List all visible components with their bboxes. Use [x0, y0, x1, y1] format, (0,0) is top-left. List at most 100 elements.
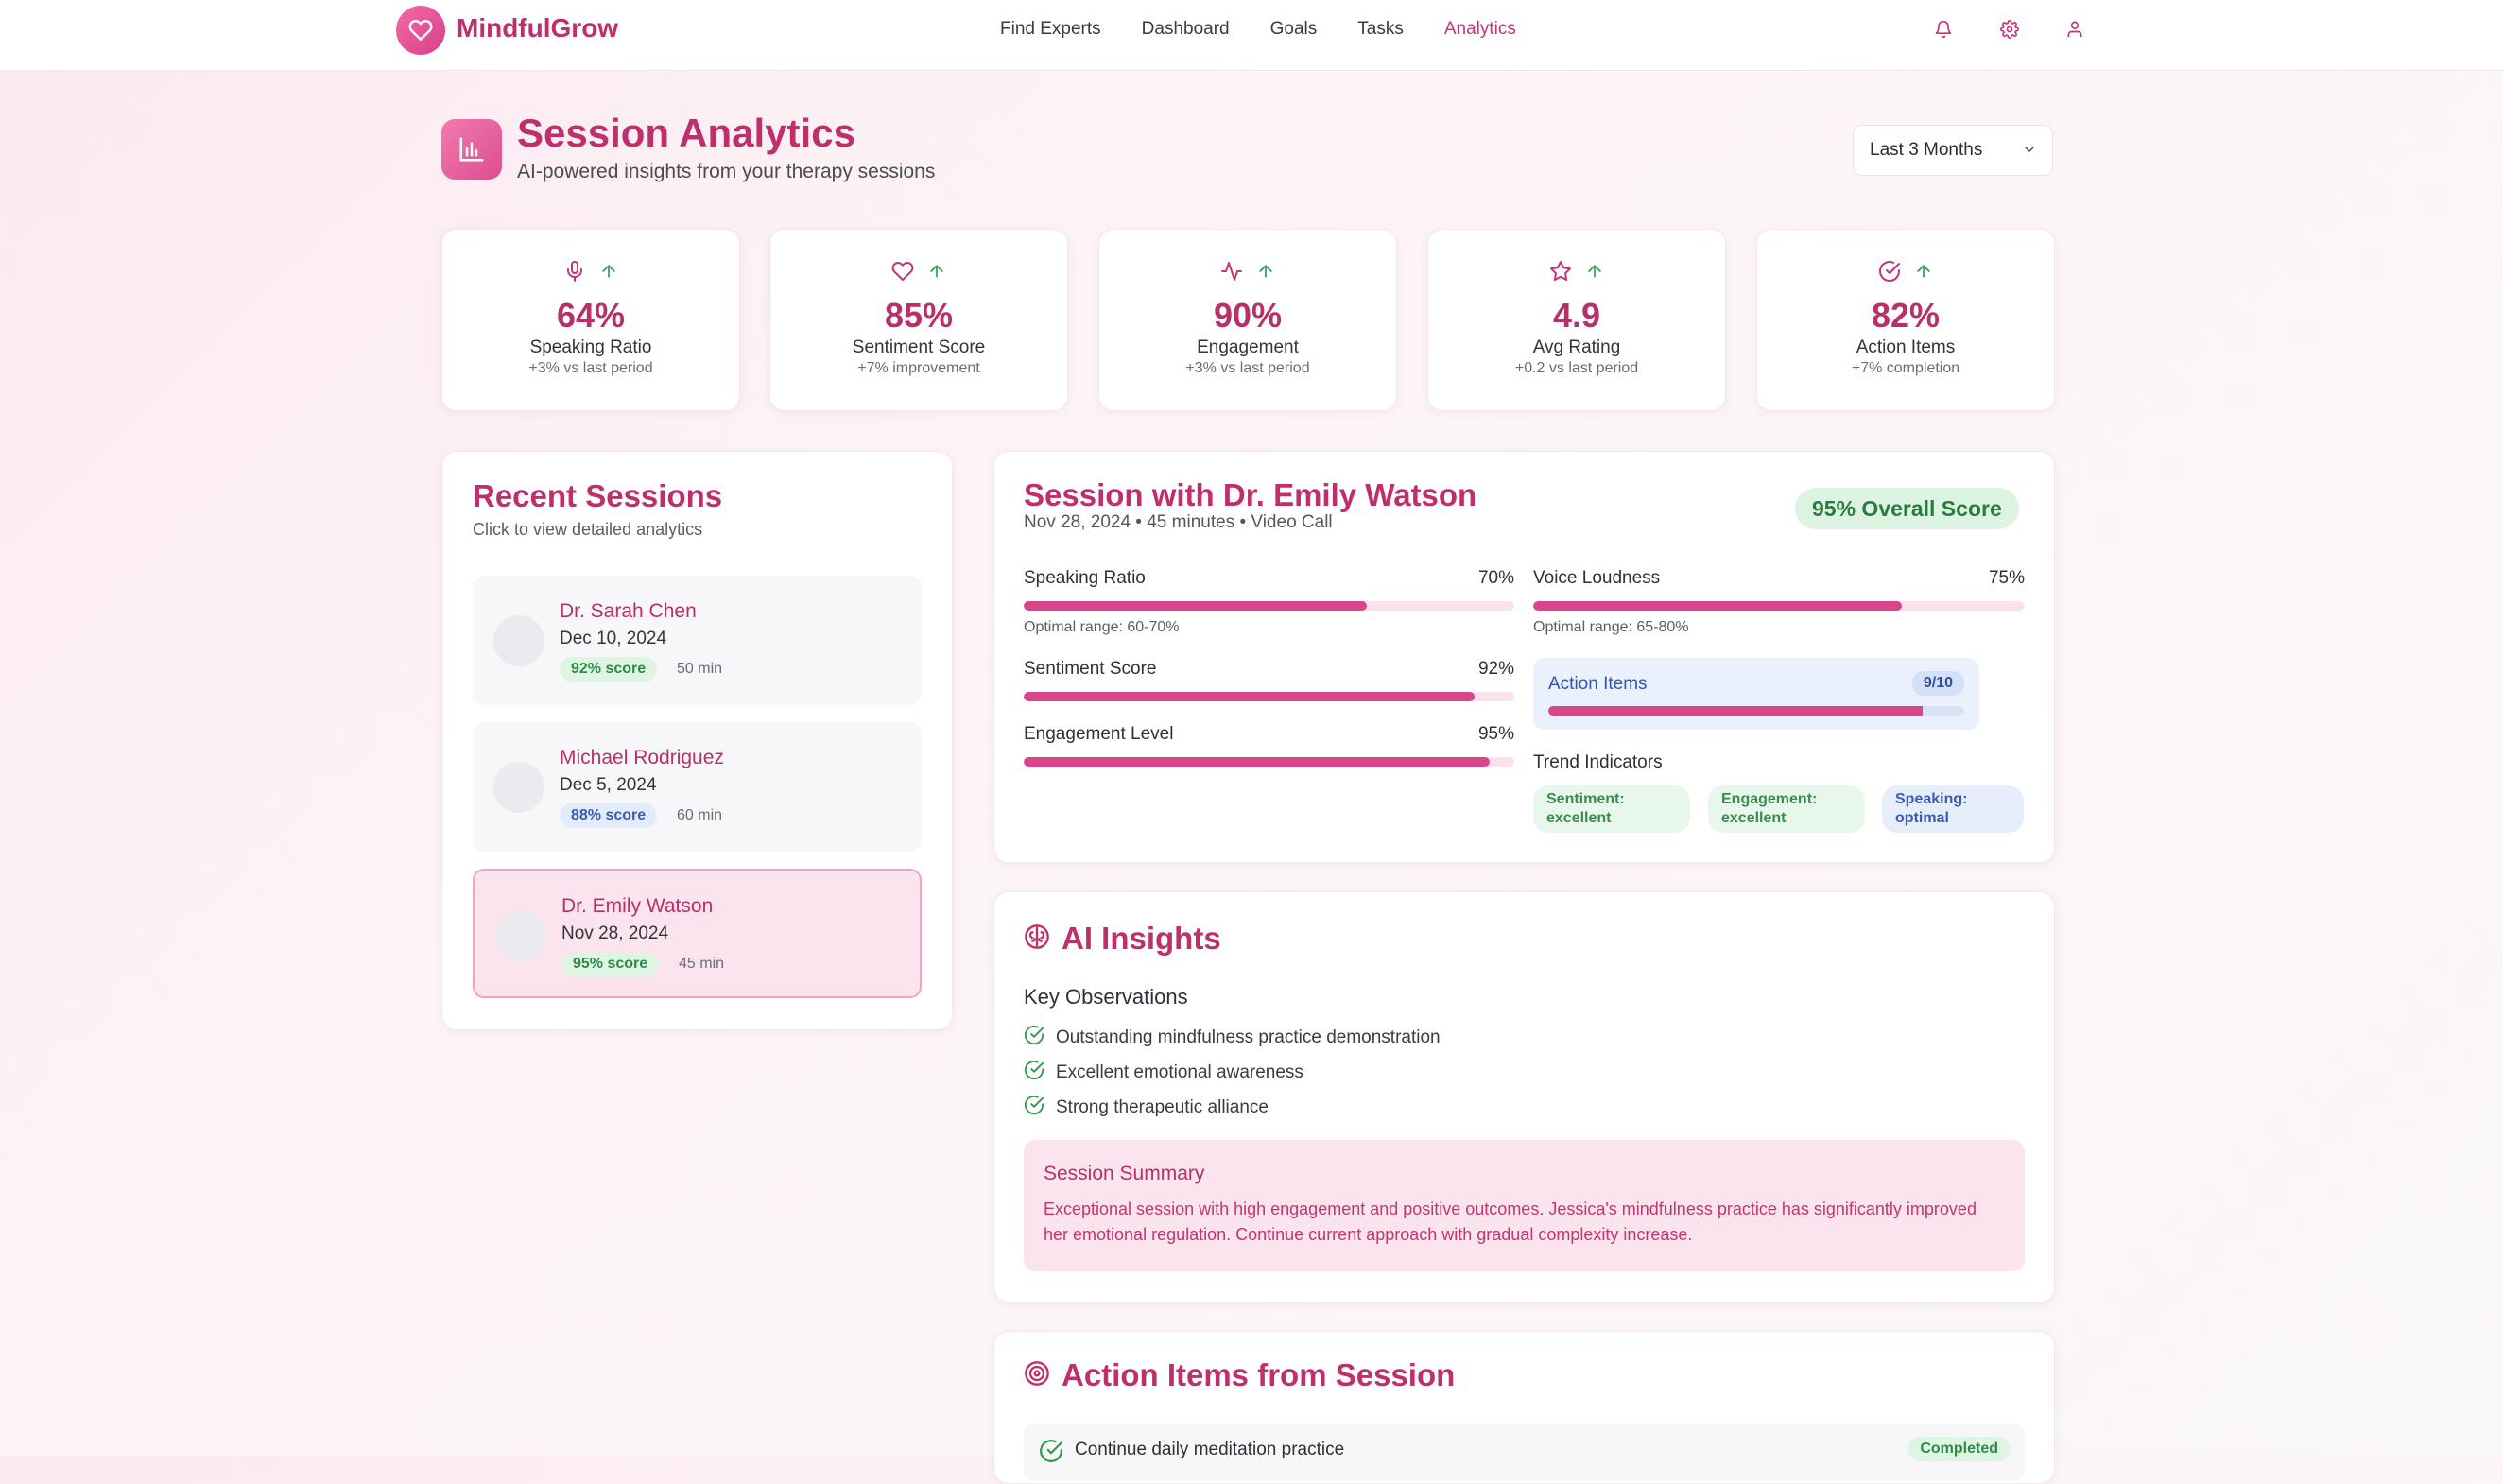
observation-text: Strong therapeutic alliance — [1056, 1097, 1269, 1117]
metric-note: Optimal range: 65-80% — [1533, 619, 1689, 635]
stat-card-avg-rating: 4.9 Avg Rating +0.2 vs last period — [1427, 229, 1726, 411]
bell-icon[interactable] — [1931, 17, 1956, 42]
observation-text: Excellent emotional awareness — [1056, 1062, 1303, 1082]
ai-insights-panel: AI Insights Key Observations Outstanding… — [993, 891, 2055, 1303]
heart-icon — [891, 260, 914, 287]
stat-label: Avg Rating — [1532, 337, 1621, 357]
logo-heart-icon[interactable] — [396, 6, 445, 55]
metric-bar — [1024, 692, 1514, 701]
stat-value: 85% — [884, 296, 954, 335]
target-icon — [1024, 1360, 1050, 1391]
metric-value: 70% — [1477, 568, 1514, 588]
metric-bar-fill — [1024, 757, 1491, 767]
metric-label: Voice Loudness — [1533, 568, 1661, 588]
date-range-select[interactable]: Last 3 Months — [1853, 125, 2053, 176]
session-duration: 60 min — [677, 807, 723, 823]
chevron-down-icon — [2022, 142, 2037, 163]
session-detail-panel: Session with Dr. Emily Watson Nov 28, 20… — [993, 451, 2055, 863]
metric-bar-fill — [1533, 601, 1902, 611]
nav-link-tasks[interactable]: Tasks — [1357, 19, 1404, 40]
check-circle-icon — [1878, 260, 1901, 287]
brand-name[interactable]: MindfulGrow — [457, 13, 618, 43]
stat-label: Engagement — [1197, 337, 1299, 357]
metric-speaking-ratio: Speaking Ratio 70% Optimal range: 60-70% — [1024, 568, 1514, 635]
check-circle-icon — [1039, 1439, 1063, 1468]
arrow-up-icon — [1585, 260, 1604, 287]
action-item-status-badge: Completed — [1908, 1437, 2010, 1461]
metric-value: 95% — [1477, 724, 1514, 744]
stat-value: 82% — [1871, 296, 1941, 335]
session-score-badge: 92% score — [560, 657, 658, 682]
page-title: Session Analytics — [517, 111, 855, 155]
nav-link-dashboard[interactable]: Dashboard — [1142, 19, 1230, 40]
action-items-title: Action Items from Session — [1062, 1357, 1456, 1392]
stat-label: Action Items — [1856, 337, 1956, 357]
stat-card-action-items: 82% Action Items +7% completion — [1756, 229, 2055, 411]
metric-bar — [1024, 757, 1514, 767]
action-items-bar — [1548, 706, 1964, 716]
check-circle-icon — [1024, 1025, 1044, 1051]
stat-delta: +3% vs last period — [1185, 360, 1310, 376]
avatar — [493, 762, 544, 813]
brain-icon — [1024, 923, 1050, 955]
metric-label: Sentiment Score — [1024, 659, 1157, 679]
action-items-progress: Action Items 9/10 — [1533, 658, 1979, 730]
session-date: Dec 10, 2024 — [560, 629, 667, 648]
stat-value: 90% — [1213, 296, 1283, 335]
observation-item: Strong therapeutic alliance — [1024, 1095, 1269, 1121]
metric-bar-fill — [1024, 692, 1476, 701]
stat-delta: +7% completion — [1851, 360, 1960, 376]
session-item-emily-watson[interactable]: Dr. Emily Watson Nov 28, 2024 95% score … — [473, 869, 922, 998]
metric-bar — [1533, 601, 2025, 611]
page-subtitle: AI-powered insights from your therapy se… — [517, 161, 936, 182]
avatar — [495, 910, 546, 961]
star-icon — [1549, 260, 1572, 287]
action-items-label: Action Items — [1548, 674, 1648, 694]
session-score-badge: 88% score — [560, 803, 658, 828]
trend-chip-speaking: Speaking: optimal — [1882, 785, 2024, 833]
action-item-row[interactable]: Continue daily meditation practice Compl… — [1024, 1424, 2025, 1480]
top-nav: MindfulGrow Find Experts Dashboard Goals… — [0, 0, 2503, 71]
observation-item: Excellent emotional awareness — [1024, 1060, 1303, 1086]
metric-bar-fill — [1024, 601, 1368, 611]
trend-indicators-title: Trend Indicators — [1533, 752, 1663, 772]
action-items-panel: Action Items from Session Continue daily… — [993, 1331, 2055, 1484]
session-duration: 45 min — [679, 956, 725, 972]
session-score-badge: 95% score — [561, 952, 660, 976]
session-item-michael-rodriguez[interactable]: Michael Rodriguez Dec 5, 2024 88% score … — [473, 722, 922, 852]
metric-bar — [1024, 601, 1514, 611]
mic-icon — [563, 260, 586, 287]
metric-note: Optimal range: 60-70% — [1024, 619, 1180, 635]
overall-score-badge: 95% Overall Score — [1795, 488, 2019, 529]
action-item-text: Continue daily meditation practice — [1075, 1440, 1345, 1459]
stat-value: 4.9 — [1552, 296, 1601, 335]
stat-card-sentiment-score: 85% Sentiment Score +7% improvement — [769, 229, 1068, 411]
nav-link-analytics[interactable]: Analytics — [1444, 19, 1516, 40]
gear-icon[interactable] — [1997, 17, 2022, 42]
recent-sessions-subtitle: Click to view detailed analytics — [473, 520, 703, 539]
nav-link-find-experts[interactable]: Find Experts — [1000, 19, 1101, 40]
session-summary-title: Session Summary — [1044, 1163, 1205, 1184]
user-icon[interactable] — [2063, 17, 2087, 42]
arrow-up-icon — [927, 260, 946, 287]
nav-link-goals[interactable]: Goals — [1270, 19, 1318, 40]
stat-label: Speaking Ratio — [529, 337, 652, 357]
stat-card-speaking-ratio: 64% Speaking Ratio +3% vs last period — [441, 229, 740, 411]
stat-delta: +3% vs last period — [528, 360, 653, 376]
session-summary-text: Exceptional session with high engagement… — [1044, 1199, 1977, 1244]
session-detail-title: Session with Dr. Emily Watson — [1024, 477, 1477, 512]
trend-chip-sentiment: Sentiment: excellent — [1533, 785, 1690, 833]
stat-label: Sentiment Score — [852, 337, 986, 357]
arrow-up-icon — [1914, 260, 1933, 287]
observation-text: Outstanding mindfulness practice demonst… — [1056, 1027, 1441, 1047]
stat-delta: +0.2 vs last period — [1514, 360, 1639, 376]
session-name: Dr. Sarah Chen — [560, 600, 697, 622]
session-name: Dr. Emily Watson — [561, 895, 714, 917]
metric-label: Engagement Level — [1024, 724, 1174, 744]
session-item-sarah-chen[interactable]: Dr. Sarah Chen Dec 10, 2024 92% score 50… — [473, 576, 922, 705]
metric-value: 92% — [1477, 659, 1514, 679]
arrow-up-icon — [1256, 260, 1275, 287]
session-date: Nov 28, 2024 — [561, 923, 669, 943]
session-date: Dec 5, 2024 — [560, 775, 657, 795]
arrow-up-icon — [599, 260, 618, 287]
